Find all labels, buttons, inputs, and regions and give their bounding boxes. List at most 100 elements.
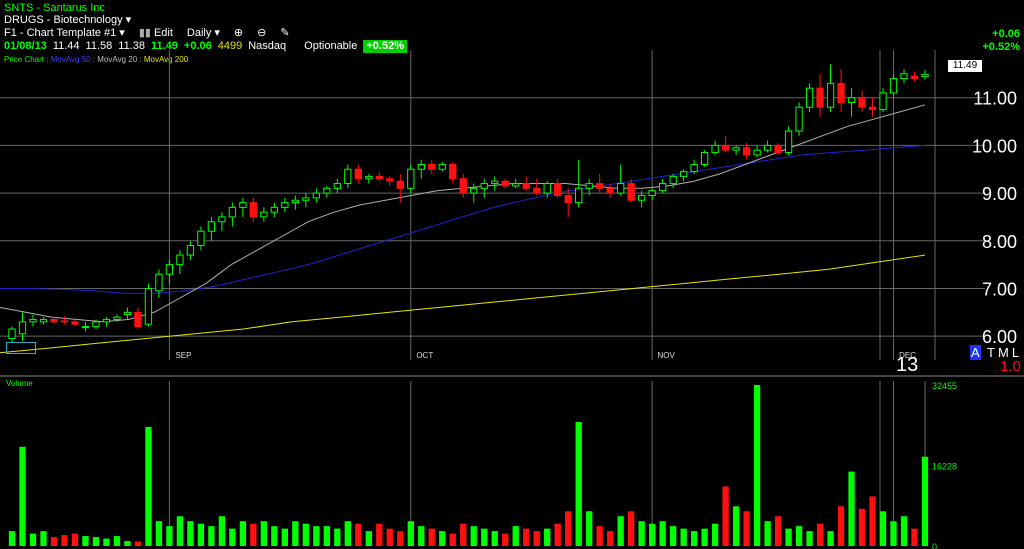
volume-bar: [386, 528, 393, 546]
volume-bar: [669, 526, 677, 546]
volume-bar: [302, 523, 309, 546]
volume-bar: [239, 521, 247, 546]
candle-body: [805, 87, 814, 108]
volume-bar: [50, 537, 58, 546]
volume-panel-label: Volume: [6, 379, 33, 388]
candle-body: [312, 192, 320, 199]
volume-bar: [900, 516, 908, 546]
candle-body: [711, 144, 719, 154]
volume-tick-label: 32455: [932, 381, 957, 391]
candle-body: [606, 187, 614, 194]
volume-bar: [806, 531, 813, 546]
candle-body: [144, 287, 153, 325]
candle-body: [648, 190, 656, 196]
scroll-handle[interactable]: [6, 342, 36, 354]
volume-bar: [575, 421, 582, 546]
volume-bar: [82, 536, 89, 546]
volume-bar: [774, 516, 782, 546]
volume-bar: [764, 521, 771, 546]
candle-body: [816, 87, 824, 108]
volume-bar: [722, 486, 729, 546]
month-tick-label: SEP: [175, 351, 191, 360]
volume-bar: [869, 496, 876, 546]
candles-layer: [8, 64, 929, 344]
month-tick-label: NOV: [657, 351, 675, 360]
volume-bar: [71, 533, 79, 546]
volume-bar: [197, 523, 205, 546]
candle-body: [459, 178, 467, 194]
volume-bar: [271, 526, 278, 546]
volume-bar: [890, 521, 897, 546]
volume-bar: [858, 508, 866, 546]
candle-body: [323, 187, 331, 194]
candle-body: [50, 318, 58, 323]
ma200-layer: [0, 254, 926, 354]
volume-bar: [921, 456, 929, 546]
candle-body: [721, 144, 730, 151]
candle-body: [207, 221, 216, 232]
volume-bar: [523, 528, 530, 546]
volume-bar: [649, 523, 656, 546]
volume-bar: [502, 533, 509, 546]
volume-tick-label: 0: [932, 542, 937, 549]
volume-bar: [701, 528, 708, 546]
volume-bar: [628, 511, 635, 546]
volume-bar: [8, 531, 16, 546]
price-tick-label: 11.00: [973, 89, 1017, 109]
chart-canvas[interactable]: 11.0010.009.008.007.006.00SEP OCT NOV DEC32…: [0, 0, 1024, 549]
volume-bar: [638, 521, 645, 546]
volume-bar: [753, 385, 761, 546]
candle-body: [176, 254, 184, 266]
candle-body: [134, 311, 142, 328]
volume-bar: [92, 537, 100, 546]
volume-bar: [292, 521, 299, 546]
volume-grid: [168, 381, 926, 546]
candle-body: [92, 321, 100, 328]
scale-value-label: 1.0: [1000, 358, 1021, 375]
volume-bar: [208, 526, 215, 546]
volume-bar: [134, 541, 142, 546]
candle-body: [407, 168, 415, 189]
candle-body: [554, 183, 562, 196]
volume-bar: [470, 526, 477, 546]
volume-bar: [596, 526, 603, 546]
candle-body: [344, 168, 352, 185]
last-price-label: 11.49: [948, 60, 982, 72]
candle-body: [858, 97, 866, 108]
volume-bar: [250, 523, 257, 546]
volume-bar: [407, 521, 414, 546]
volume-bar: [355, 523, 362, 546]
candle-body: [417, 163, 425, 170]
candle-body: [774, 144, 782, 154]
candle-body: [564, 194, 572, 204]
volume-bar: [816, 523, 824, 546]
candle-body: [795, 106, 803, 132]
candle-body: [333, 183, 341, 189]
candle-body: [449, 163, 457, 180]
volume-bar: [481, 528, 488, 546]
volume-bar: [911, 528, 918, 546]
candle-body: [868, 106, 877, 111]
ma200-line: [0, 254, 926, 354]
price-tick-label: 10.00: [972, 136, 1017, 156]
ma50-line: [0, 144, 926, 294]
candle-body: [354, 168, 362, 180]
volume-bar: [40, 531, 47, 546]
candle-body: [512, 183, 520, 187]
candle-body: [302, 197, 310, 201]
volume-bar: [103, 538, 110, 546]
candle-body: [826, 82, 835, 108]
volume-bar: [61, 535, 68, 546]
candle-body: [60, 320, 69, 323]
volume-bar: [113, 536, 121, 546]
candle-body: [501, 180, 509, 187]
candle-body: [700, 152, 709, 165]
candle-body: [679, 171, 688, 177]
candle-body: [910, 75, 919, 80]
volume-bar: [732, 506, 740, 546]
volume-bar: [218, 516, 226, 546]
candle-body: [491, 180, 499, 185]
volume-bar: [334, 528, 341, 546]
candle-body: [669, 175, 677, 185]
volume-bar: [397, 531, 404, 546]
